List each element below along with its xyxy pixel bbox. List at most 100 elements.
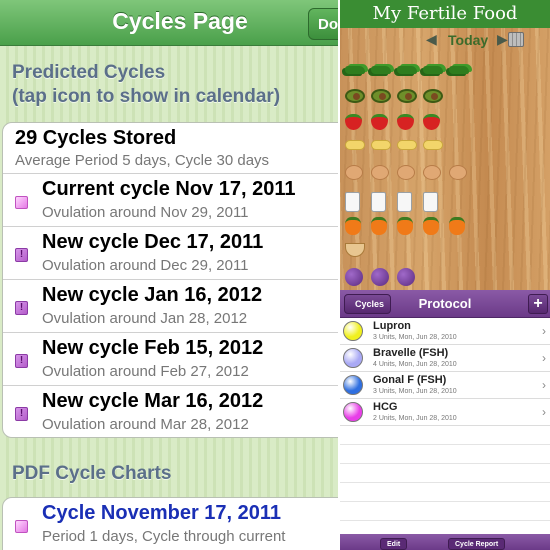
straw-food-icon[interactable] bbox=[345, 114, 362, 130]
medication-detail: 3 Units, Mon, Jun 28, 2010 bbox=[373, 334, 457, 341]
predicted-header-title: Predicted Cycles bbox=[12, 62, 166, 83]
medication-color-dot bbox=[343, 321, 363, 341]
milk-food-icon[interactable] bbox=[423, 192, 438, 212]
calendar-alert-icon[interactable]: ! bbox=[15, 407, 28, 421]
cycle-title: Current cycle Nov 17, 2011 bbox=[42, 178, 296, 200]
cycle-title: New cycle Mar 16, 2012 bbox=[42, 390, 264, 412]
pepper-food-icon[interactable] bbox=[397, 217, 413, 235]
plum-food-icon[interactable] bbox=[371, 268, 389, 286]
predicted-cycles-header: Predicted Cycles (tap icon to show in ca… bbox=[12, 61, 280, 109]
protocol-list: Lupron 3 Units, Mon, Jun 28, 2010 › Brav… bbox=[340, 318, 550, 534]
straw-food-icon[interactable] bbox=[397, 114, 414, 130]
cycle-report-button[interactable]: Cycle Report bbox=[448, 538, 506, 550]
straw-food-icon[interactable] bbox=[423, 114, 440, 130]
milk-food-icon[interactable] bbox=[397, 192, 412, 212]
calendar-alert-icon[interactable]: ! bbox=[15, 354, 28, 368]
pepper-food-icon[interactable] bbox=[345, 217, 361, 235]
page-title: Cycles Page bbox=[112, 8, 248, 34]
bowl-food-icon[interactable] bbox=[345, 243, 365, 257]
fertile-food-panel: My Fertile Food ◀ Today ▶ Cycles Protoco… bbox=[340, 0, 550, 550]
protocol-row[interactable]: HCG 2 Units, Mon, Jun 28, 2010 › bbox=[340, 399, 550, 426]
protocol-row[interactable]: Lupron 3 Units, Mon, Jun 28, 2010 › bbox=[340, 318, 550, 345]
cycle-title: New cycle Feb 15, 2012 bbox=[42, 337, 264, 359]
protocol-toolbar: Edit Cycle Report bbox=[340, 534, 550, 550]
food-board: ◀ Today ▶ bbox=[340, 28, 550, 290]
greens-food-icon[interactable] bbox=[449, 66, 469, 74]
date-bar: ◀ Today ▶ bbox=[340, 28, 550, 54]
egg-food-icon[interactable] bbox=[371, 165, 389, 180]
milk-food-icon[interactable] bbox=[371, 192, 386, 212]
cycle-row[interactable]: ! New cycle Dec 17, 2011 Ovulation aroun… bbox=[3, 226, 340, 279]
banana-food-icon[interactable] bbox=[423, 140, 443, 150]
cycles-stored-subtitle: Average Period 5 days, Cycle 30 days bbox=[15, 152, 270, 169]
avocado-food-icon[interactable] bbox=[423, 89, 443, 103]
avocado-food-icon[interactable] bbox=[371, 89, 391, 103]
cycles-list: 29 Cycles Stored Average Period 5 days, … bbox=[2, 122, 340, 438]
avocado-food-icon[interactable] bbox=[345, 89, 365, 103]
cycles-nav-bar: Cycles Page Do bbox=[0, 0, 340, 46]
pdf-chart-row[interactable]: Cycle November 17, 2011 Period 1 days, C… bbox=[3, 498, 340, 550]
cycles-stored-title: 29 Cycles Stored bbox=[15, 127, 177, 149]
protocol-row[interactable]: Gonal F (FSH) 3 Units, Mon, Jun 28, 2010… bbox=[340, 372, 550, 399]
calendar-pink-icon[interactable] bbox=[15, 520, 28, 533]
chevron-right-icon: › bbox=[542, 351, 546, 365]
cycle-ovulation: Ovulation around Dec 29, 2011 bbox=[42, 257, 249, 274]
fertile-food-title: My Fertile Food bbox=[340, 0, 550, 28]
medication-detail: 3 Units, Mon, Jun 28, 2010 bbox=[373, 388, 457, 395]
greens-food-icon[interactable] bbox=[423, 66, 443, 74]
cycle-ovulation: Ovulation around Nov 29, 2011 bbox=[42, 204, 249, 221]
banana-food-icon[interactable] bbox=[345, 140, 365, 150]
greens-food-icon[interactable] bbox=[371, 66, 391, 74]
next-day-icon[interactable]: ▶ bbox=[497, 31, 508, 48]
chevron-right-icon: › bbox=[542, 405, 546, 419]
chevron-right-icon: › bbox=[542, 324, 546, 338]
medication-color-dot bbox=[343, 348, 363, 368]
cycle-row[interactable]: ! New cycle Feb 15, 2012 Ovulation aroun… bbox=[3, 332, 340, 385]
cycles-stored-row[interactable]: 29 Cycles Stored Average Period 5 days, … bbox=[3, 123, 340, 173]
cycle-row[interactable]: ! New cycle Mar 16, 2012 Ovulation aroun… bbox=[3, 385, 340, 437]
calendar-alert-icon[interactable]: ! bbox=[15, 248, 28, 262]
empty-row bbox=[340, 426, 550, 445]
add-button[interactable]: + bbox=[528, 294, 548, 314]
greens-food-icon[interactable] bbox=[345, 66, 365, 74]
cycle-ovulation: Ovulation around Feb 27, 2012 bbox=[42, 363, 249, 380]
cycle-ovulation: Ovulation around Jan 28, 2012 bbox=[42, 310, 248, 327]
egg-food-icon[interactable] bbox=[423, 165, 441, 180]
prev-day-icon[interactable]: ◀ bbox=[426, 31, 437, 48]
predicted-header-hint: (tap icon to show in calendar) bbox=[12, 86, 281, 107]
greens-food-icon[interactable] bbox=[397, 66, 417, 74]
medication-name: Lupron bbox=[373, 320, 411, 332]
cycle-row[interactable]: Current cycle Nov 17, 2011 Ovulation aro… bbox=[3, 173, 340, 226]
cycle-row[interactable]: ! New cycle Jan 16, 2012 Ovulation aroun… bbox=[3, 279, 340, 332]
protocol-row[interactable]: Bravelle (FSH) 4 Units, Mon, Jun 28, 201… bbox=[340, 345, 550, 372]
empty-row bbox=[340, 464, 550, 483]
banana-food-icon[interactable] bbox=[397, 140, 417, 150]
pepper-food-icon[interactable] bbox=[423, 217, 439, 235]
milk-food-icon[interactable] bbox=[345, 192, 360, 212]
pepper-food-icon[interactable] bbox=[371, 217, 387, 235]
plum-food-icon[interactable] bbox=[397, 268, 415, 286]
plum-food-icon[interactable] bbox=[345, 268, 363, 286]
medication-detail: 2 Units, Mon, Jun 28, 2010 bbox=[373, 415, 457, 422]
empty-row bbox=[340, 502, 550, 521]
egg-food-icon[interactable] bbox=[449, 165, 467, 180]
calendar-pink-icon[interactable] bbox=[15, 196, 28, 209]
calendar-alert-icon[interactable]: ! bbox=[15, 301, 28, 315]
medication-color-dot bbox=[343, 375, 363, 395]
pdf-chart-title: Cycle November 17, 2011 bbox=[42, 502, 282, 524]
medication-name: Bravelle (FSH) bbox=[373, 347, 449, 359]
egg-food-icon[interactable] bbox=[397, 165, 415, 180]
protocol-nav-bar: Cycles Protocol + bbox=[340, 290, 550, 318]
medication-detail: 4 Units, Mon, Jun 28, 2010 bbox=[373, 361, 457, 368]
avocado-food-icon[interactable] bbox=[397, 89, 417, 103]
egg-food-icon[interactable] bbox=[345, 165, 363, 180]
calendar-icon[interactable] bbox=[508, 32, 524, 47]
edit-button[interactable]: Edit bbox=[380, 538, 408, 550]
done-button[interactable]: Do bbox=[308, 8, 340, 40]
banana-food-icon[interactable] bbox=[371, 140, 391, 150]
straw-food-icon[interactable] bbox=[371, 114, 388, 130]
medication-name: Gonal F (FSH) bbox=[373, 374, 447, 386]
empty-row bbox=[340, 483, 550, 502]
pdf-charts-header: PDF Cycle Charts bbox=[12, 463, 172, 484]
pepper-food-icon[interactable] bbox=[449, 217, 465, 235]
